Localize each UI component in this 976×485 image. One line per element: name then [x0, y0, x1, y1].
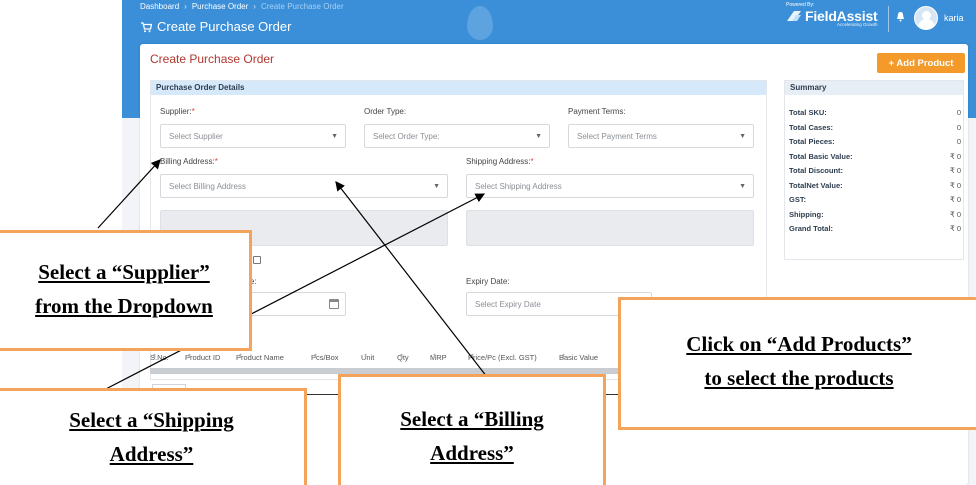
page-title-text: Create Purchase Order [157, 19, 292, 34]
card-title: Create Purchase Order [150, 52, 275, 66]
payment-terms-select[interactable]: Select Payment Terms ▼ [568, 124, 754, 148]
chevron-down-icon: ▼ [739, 133, 746, 140]
sort-icon: ⬍ [152, 354, 158, 360]
summary-row: Total Basic Value: ₹ 0 [789, 151, 961, 161]
avatar[interactable] [914, 6, 938, 30]
callout-billing: Select a “Billing Address” [338, 374, 606, 485]
callout-add-products: Click on “Add Products” to select the pro… [618, 297, 976, 430]
decorative-drop [467, 6, 493, 40]
chevron-down-icon: ▼ [433, 183, 440, 190]
order-type-select[interactable]: Select Order Type: ▼ [364, 124, 550, 148]
callout-shipping: Select a “Shipping Address” [0, 388, 307, 485]
supplier-label: Supplier:* [160, 107, 195, 116]
breadcrumb-current: Create Purchase Order [260, 2, 344, 11]
bell-icon[interactable] [896, 11, 905, 22]
shipping-address-label: Shipping Address:* [466, 157, 534, 166]
expiry-date-label: Expiry Date: [466, 277, 510, 286]
user-name[interactable]: karia [944, 13, 964, 23]
sort-icon: ⬍ [561, 354, 567, 360]
calendar-icon [329, 299, 339, 309]
breadcrumb: Dashboard › Purchase Order › Create Purchase… [140, 2, 344, 11]
summary-row: Grand Total: ₹ 0 [789, 224, 961, 233]
date-input[interactable] [246, 292, 346, 316]
chevron-down-icon: ▼ [739, 183, 746, 190]
summary-row: Shipping: ₹ 0 [789, 209, 961, 219]
add-product-button[interactable]: + Add Product [877, 53, 965, 73]
fieldassist-logo-icon [787, 11, 801, 21]
payment-terms-label: Payment Terms: [568, 107, 626, 116]
breadcrumb-dashboard[interactable]: Dashboard [140, 2, 179, 11]
billing-address-label: Billing Address:* [160, 157, 218, 166]
page-title: Create Purchase Order [140, 19, 291, 34]
summary-row: Total Pieces: 0 [789, 137, 961, 146]
sort-icon: ⬍ [238, 354, 244, 360]
checkbox[interactable] [253, 256, 261, 264]
summary-row: TotalNet Value: ₹ 0 [789, 180, 961, 190]
billing-address-select[interactable]: Select Billing Address ▼ [160, 174, 448, 198]
order-type-label: Order Type: [364, 107, 407, 116]
summary-panel: Summary Total SKU: 0 Total Cases: 0 Total … [784, 80, 964, 260]
brand-logo: Powered By: FieldAssist Accelerating Gro… [786, 2, 878, 27]
chevron-down-icon: ▼ [331, 133, 338, 140]
sort-icon: ⬍ [313, 354, 319, 360]
supplier-select[interactable]: Select Supplier ▼ [160, 124, 346, 148]
summary-row: GST: ₹ 0 [789, 195, 961, 204]
summary-header: Summary [785, 81, 963, 95]
sort-icon: ⬍ [432, 354, 438, 360]
sort-icon: ⬍ [399, 354, 405, 360]
shipping-address-display [466, 210, 754, 246]
callout-supplier: Select a “Supplier” from the Dropdown [0, 230, 252, 351]
sort-icon: ⬍ [363, 354, 369, 360]
summary-row: Total SKU: 0 [789, 108, 961, 117]
cart-icon [141, 21, 152, 32]
header-divider [888, 6, 889, 32]
sort-icon: ⬍ [470, 354, 476, 360]
chevron-down-icon: ▼ [535, 133, 542, 140]
sort-icon: ⬍ [187, 354, 193, 360]
summary-row: Total Discount: ₹ 0 [789, 166, 961, 175]
brand-tagline: Accelerating Growth [836, 22, 878, 27]
details-header: Purchase Order Details [151, 81, 766, 95]
summary-row: Total Cases: 0 [789, 122, 961, 132]
breadcrumb-purchase-order[interactable]: Purchase Order [192, 2, 248, 11]
shipping-address-select[interactable]: Select Shipping Address ▼ [466, 174, 754, 198]
